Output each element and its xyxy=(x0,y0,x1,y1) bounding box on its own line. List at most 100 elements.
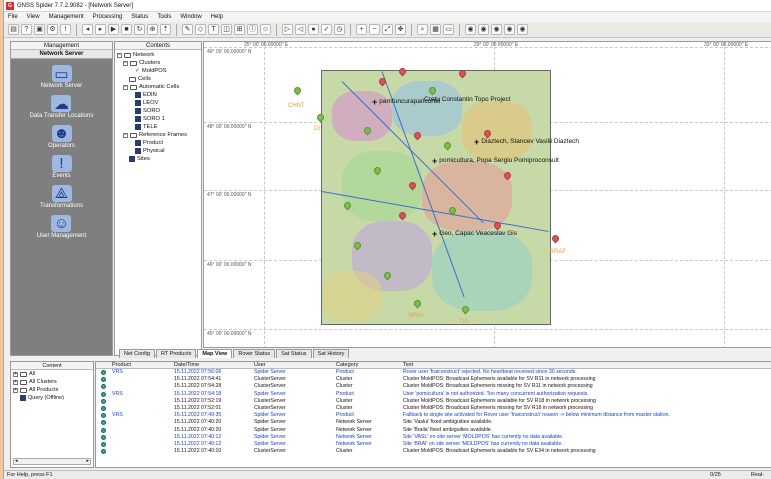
record-icon[interactable]: ● xyxy=(308,24,319,35)
table-icon[interactable]: ▦ xyxy=(430,24,441,35)
tree-item-moldpos[interactable]: ✓ MoldPOS xyxy=(135,68,167,74)
draw-icon[interactable]: ✎ xyxy=(182,24,193,35)
check-icon[interactable]: ✓ xyxy=(321,24,332,35)
rewind-icon[interactable]: ◁ xyxy=(295,24,306,35)
sat-icon-5[interactable]: ◉ xyxy=(517,24,528,35)
log-row[interactable]: 15.11.2022 07:40:10 ClusterServer Cluster C… xyxy=(96,448,771,455)
log-header-datetime[interactable]: Date/Time xyxy=(172,362,252,368)
log-header-user[interactable]: User xyxy=(252,362,334,368)
pan-icon[interactable]: ✥ xyxy=(395,24,406,35)
log-row[interactable]: 15.11.2022 07:40:12 Spider Server Network … xyxy=(96,434,771,441)
expand-icon[interactable]: + xyxy=(13,387,18,393)
log-row[interactable]: 15.11.2022 07:40:12 Spider Server Network … xyxy=(96,441,771,448)
sat-icon-4[interactable]: ◉ xyxy=(504,24,515,35)
menu-window[interactable]: Window xyxy=(180,14,201,20)
tree-item-network[interactable]: − Network xyxy=(117,52,154,58)
menu-help[interactable]: Help xyxy=(211,14,223,20)
log-row[interactable]: 15.11.2022 07:40:20 Spider Server Network … xyxy=(96,419,771,426)
station-label[interactable]: + Diaztech, Stancev Vasilii Diaztech xyxy=(474,137,579,146)
tree-item-leov[interactable]: LEOV xyxy=(135,100,158,106)
monitor-icon[interactable]: ▭ xyxy=(443,24,454,35)
tab-map-view[interactable]: Map View xyxy=(197,349,233,358)
help-icon[interactable]: ? xyxy=(21,24,32,35)
print-icon[interactable]: ▤ xyxy=(8,24,19,35)
tree-item-reference-frames[interactable]: − Reference Frames xyxy=(123,132,187,138)
menu-processing[interactable]: Processing xyxy=(93,14,123,20)
expand-icon[interactable]: + xyxy=(13,371,18,377)
site-marker[interactable] xyxy=(550,233,561,244)
tab-rt-products[interactable]: RT Products xyxy=(156,349,197,358)
management-item-operators[interactable]: ☻ Operators xyxy=(48,125,75,149)
expand-icon[interactable]: + xyxy=(13,379,18,385)
sat-icon-2[interactable]: ◉ xyxy=(478,24,489,35)
management-item-user-management[interactable]: ☺ User Management xyxy=(37,215,86,239)
save-icon[interactable]: ▣ xyxy=(34,24,45,35)
log-filter-all-clusters[interactable]: + All Clusters xyxy=(11,378,93,386)
log-filter-all-products[interactable]: + All Products xyxy=(11,386,93,394)
tree-item-edin[interactable]: EDIN xyxy=(135,92,157,98)
text-icon[interactable]: T xyxy=(208,24,219,35)
play-icon[interactable]: ▶ xyxy=(108,24,119,35)
menu-status[interactable]: Status xyxy=(131,14,148,20)
log-filter-query[interactable]: Query (Offline) xyxy=(11,394,93,402)
log-filter-all[interactable]: + All xyxy=(11,370,93,378)
log-row[interactable]: VRS 15.11.2022 07:49:35 Spider Server Produ… xyxy=(96,412,771,419)
collapse-icon[interactable]: − xyxy=(123,132,128,138)
info-icon[interactable]: ⓘ xyxy=(247,24,258,35)
collapse-icon[interactable]: − xyxy=(117,52,122,58)
management-item-data-transfer[interactable]: ☁ Data Transfer Locations xyxy=(30,95,93,119)
tree-item-product[interactable]: Product xyxy=(135,140,163,146)
tab-net-config[interactable]: Net Config xyxy=(119,349,155,358)
sat-icon-3[interactable]: ◉ xyxy=(491,24,502,35)
tree-item-cells[interactable]: Cells xyxy=(129,76,151,82)
log-row[interactable]: 15.11.2022 07:54:28 ClusterServer Cluster C… xyxy=(96,383,771,390)
layer-icon[interactable]: ◫ xyxy=(221,24,232,35)
zoom-out-icon[interactable]: − xyxy=(369,24,380,35)
tab-rover-status[interactable]: Rover Status xyxy=(233,349,276,358)
management-item-network-server[interactable]: ▭ Network Server xyxy=(41,65,82,89)
collapse-icon[interactable]: − xyxy=(123,60,128,66)
refresh-icon[interactable]: ↻ xyxy=(134,24,145,35)
tab-sat-history[interactable]: Sat History xyxy=(312,349,350,358)
tree-item-automatic-cells[interactable]: − Automatic Cells xyxy=(123,84,179,90)
log-header-text[interactable]: Text xyxy=(401,362,771,368)
tree-item-soro1[interactable]: SORO 1 xyxy=(135,116,165,122)
settings-icon[interactable]: ⚙ xyxy=(47,24,58,35)
user-icon[interactable]: ☺ xyxy=(260,24,271,35)
tree-item-soro[interactable]: SORO xyxy=(135,108,160,114)
connect-icon[interactable]: ⊕ xyxy=(147,24,158,35)
site-marker[interactable] xyxy=(292,85,303,96)
search-icon[interactable]: ⌕ xyxy=(417,24,428,35)
group-icon[interactable]: ⊞ xyxy=(234,24,245,35)
menu-file[interactable]: File xyxy=(8,14,18,20)
alert-icon[interactable]: ! xyxy=(60,24,71,35)
management-item-events[interactable]: ! Events xyxy=(51,155,72,179)
back-icon[interactable]: ◂ xyxy=(82,24,93,35)
menu-view[interactable]: View xyxy=(27,14,40,20)
log-header-product[interactable]: Product xyxy=(110,362,172,368)
station-label[interactable]: + pomicultura, Popa Sergiu Pomiproconsult xyxy=(432,156,559,165)
step-icon[interactable]: ▷ xyxy=(282,24,293,35)
tree-item-clusters[interactable]: − Clusters xyxy=(123,60,160,66)
sat-icon-1[interactable]: ◉ xyxy=(465,24,476,35)
log-row[interactable]: 15.11.2022 07:54:41 ClusterServer Cluster C… xyxy=(96,376,771,383)
map-view[interactable]: 25° 00' 00.00000" E 29° 00' 00.00000" E … xyxy=(203,41,771,348)
tab-sat-status[interactable]: Sat Status xyxy=(276,349,312,358)
log-row[interactable]: 15.11.2022 07:52:19 ClusterServer Cluster C… xyxy=(96,398,771,405)
menu-management[interactable]: Management xyxy=(49,14,84,20)
tree-item-sites[interactable]: Sites xyxy=(129,156,150,162)
tree-item-tele[interactable]: TELE xyxy=(135,124,158,130)
menu-tools[interactable]: Tools xyxy=(157,14,171,20)
management-item-transformations[interactable]: ⟁ Transformations xyxy=(40,185,83,209)
zoom-extent-icon[interactable]: ⤢ xyxy=(382,24,393,35)
shape-icon[interactable]: ◇ xyxy=(195,24,206,35)
log-row[interactable]: 15.11.2022 07:40:20 Spider Server Network … xyxy=(96,427,771,434)
log-row[interactable]: VRS 15.11.2022 07:54:18 Spider Server Produ… xyxy=(96,391,771,398)
tree-item-physical[interactable]: Physical xyxy=(135,148,165,154)
log-row[interactable]: VRS 15.11.2022 07:56:06 Spider Server Produ… xyxy=(96,369,771,376)
station-label[interactable]: + Geo, Capac Veaceslav Gis xyxy=(432,229,517,238)
clock-icon[interactable]: ◷ xyxy=(334,24,345,35)
stop-icon[interactable]: ■ xyxy=(121,24,132,35)
zoom-in-icon[interactable]: + xyxy=(356,24,367,35)
management-selected[interactable]: Network Server xyxy=(11,50,112,59)
